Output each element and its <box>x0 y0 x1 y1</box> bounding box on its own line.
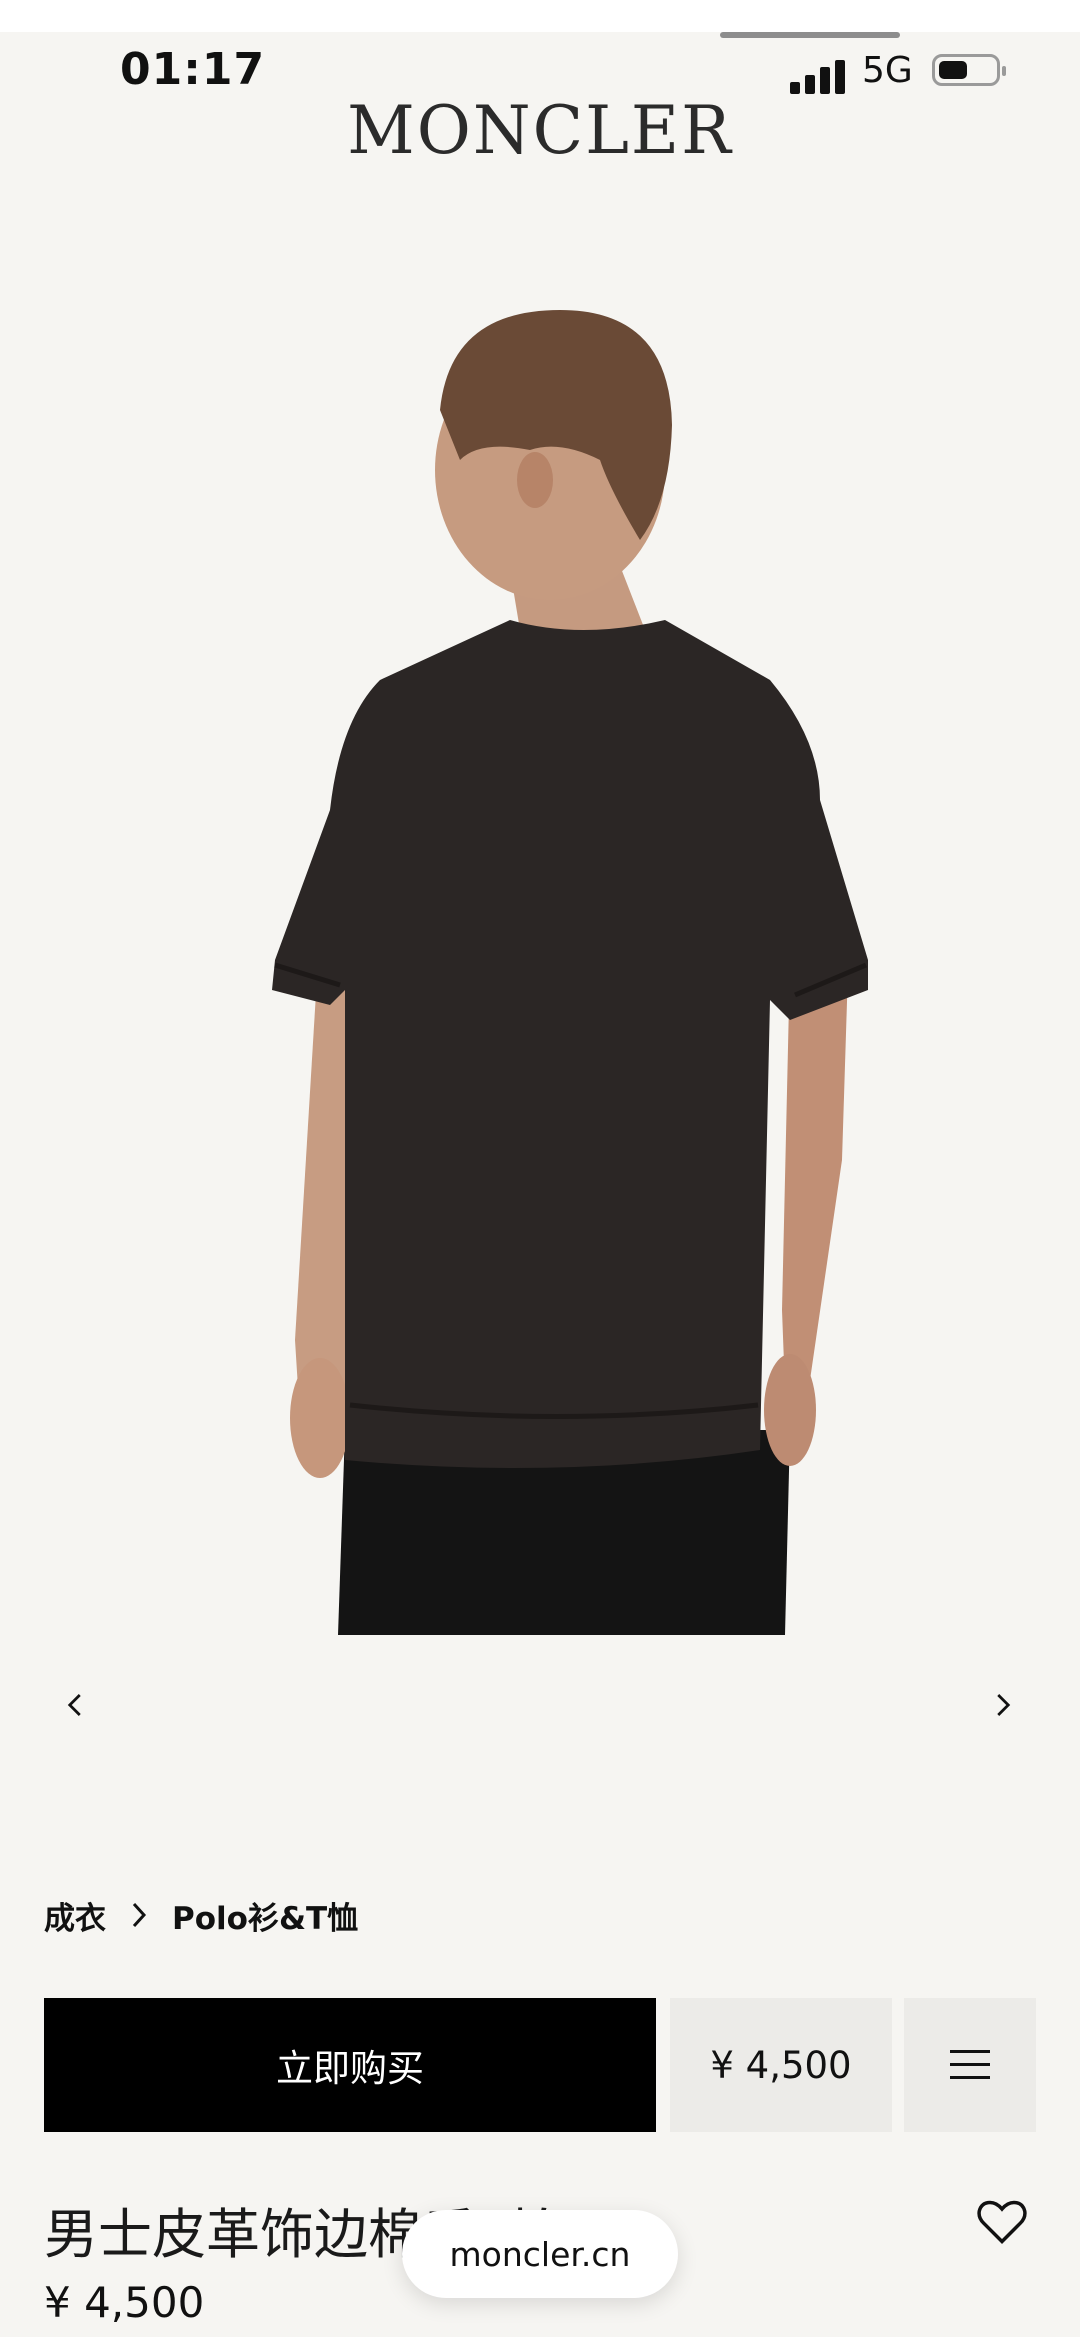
product-gallery[interactable] <box>0 160 1080 1716</box>
brand-logo[interactable]: MONCLER <box>0 92 1080 169</box>
network-type: 5G <box>862 50 913 91</box>
previous-image-button[interactable] <box>46 1675 106 1735</box>
breadcrumb: 成衣 Polo衫&T恤 <box>44 1890 358 1940</box>
signal-icon <box>790 58 846 94</box>
status-time: 01:17 <box>120 44 266 95</box>
top-strip <box>0 0 1080 32</box>
purchase-bar: 立即购买 ¥ 4,500 <box>44 1998 1036 2132</box>
buy-now-button[interactable]: 立即购买 <box>44 1998 656 2132</box>
chevron-right-icon <box>128 1900 150 1930</box>
breadcrumb-category[interactable]: 成衣 <box>44 1893 106 1938</box>
browser-url-bar[interactable]: moncler.cn <box>402 2210 678 2298</box>
menu-button[interactable] <box>904 1998 1036 2132</box>
chevron-left-icon <box>67 1694 81 1716</box>
chevron-right-icon <box>997 1694 1011 1716</box>
next-image-button[interactable] <box>972 1675 1032 1735</box>
breadcrumb-subcategory[interactable]: Polo衫&T恤 <box>172 1893 358 1938</box>
price-display: ¥ 4,500 <box>670 1998 892 2132</box>
product-image <box>272 310 868 1635</box>
battery-icon <box>932 54 1006 86</box>
wishlist-heart-icon[interactable] <box>976 2196 1028 2248</box>
product-price: ¥ 4,500 <box>44 2278 205 2327</box>
menu-icon <box>950 2050 990 2079</box>
